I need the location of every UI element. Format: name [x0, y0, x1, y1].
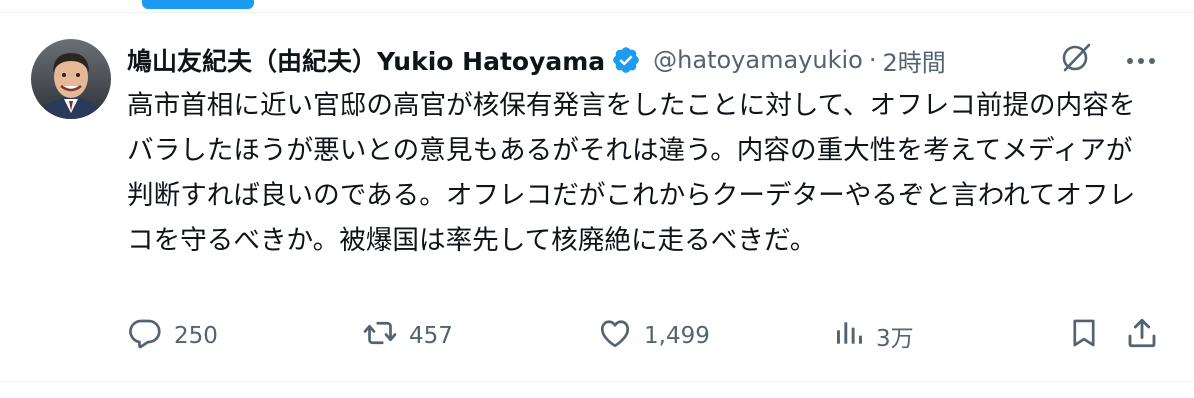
more-options-button[interactable] [1124, 42, 1158, 76]
share-icon [1124, 315, 1160, 357]
verified-badge-icon [611, 45, 641, 75]
retweet-icon [362, 315, 398, 357]
like-button[interactable]: 1,499 [597, 316, 710, 356]
tweet-header: 鳩山友紀夫（由紀夫）Yukio Hatoyama @hatoyamayukio … [127, 39, 946, 81]
reply-icon [127, 315, 163, 357]
divider [0, 12, 1194, 13]
grok-icon [1060, 40, 1094, 78]
like-count: 1,499 [644, 323, 710, 349]
views-button[interactable]: 3万 [833, 316, 914, 356]
author-handle[interactable]: @hatoyamayukio [653, 46, 863, 74]
active-tab-indicator [142, 0, 254, 9]
reply-button[interactable]: 250 [127, 316, 218, 356]
retweet-count: 457 [409, 323, 453, 349]
tweet-text: 高市首相に近い官邸の高官が核保有発言をしたことに対して、オフレコ前提の内容をバラ… [127, 90, 1136, 256]
reply-count: 250 [174, 323, 218, 349]
separator-dot: · [868, 46, 877, 74]
bookmark-button[interactable] [1067, 316, 1101, 356]
avatar[interactable] [31, 39, 111, 119]
author-display-name[interactable]: 鳩山友紀夫（由紀夫）Yukio Hatoyama [127, 42, 605, 78]
header-actions [1060, 42, 1158, 76]
views-icon [833, 315, 865, 357]
retweet-button[interactable]: 457 [362, 316, 453, 356]
more-icon [1126, 50, 1156, 69]
views-count: 3万 [876, 326, 914, 352]
grok-button[interactable] [1060, 42, 1094, 76]
timestamp[interactable]: 2時間 [882, 43, 945, 78]
bookmark-icon [1067, 315, 1101, 357]
divider [0, 381, 1194, 382]
heart-icon [597, 315, 633, 357]
share-button[interactable] [1124, 316, 1160, 356]
tweet-actions: 250 457 1,499 3万 [127, 316, 1163, 356]
